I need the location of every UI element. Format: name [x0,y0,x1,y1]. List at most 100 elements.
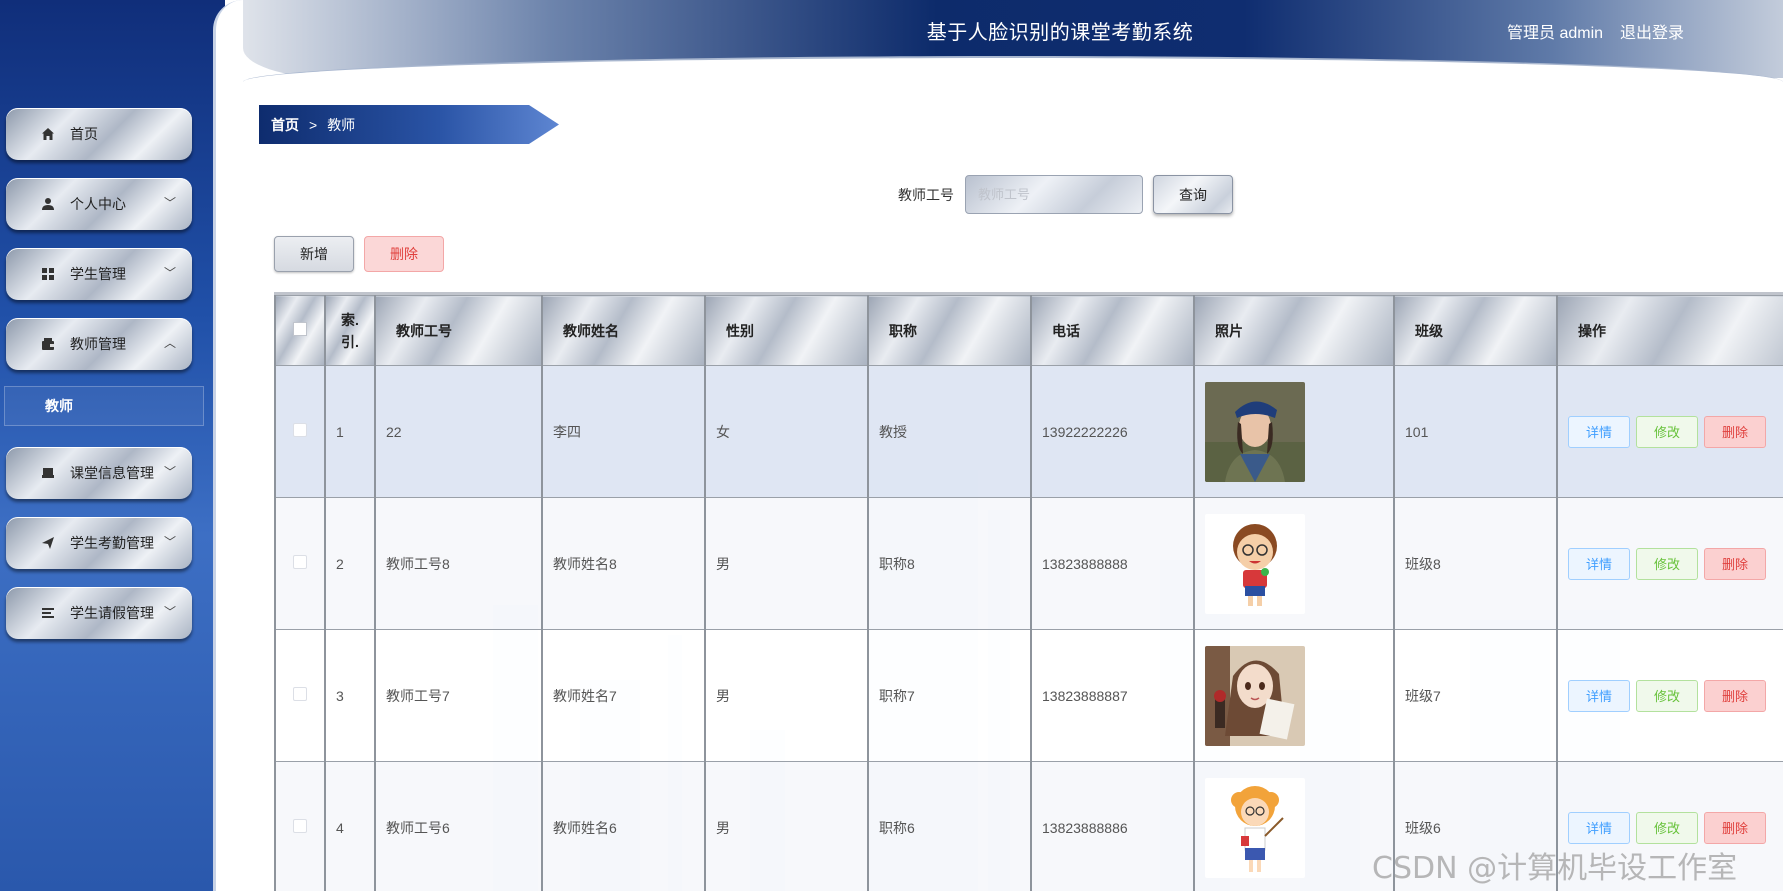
row-checkbox[interactable] [293,555,307,569]
teacher-photo [1205,513,1305,614]
row-checkbox[interactable] [293,819,307,833]
cell-teacher-name: 教师姓名6 [541,761,706,891]
sidebar-item-home[interactable]: 首页 [6,108,192,160]
row-checkbox[interactable] [293,687,307,701]
column-header-index: 索. 引. [324,295,376,366]
column-header-phone: 电话 [1030,295,1195,366]
cell-photo [1193,497,1395,630]
cell-actions: 详情 修改 删除 [1556,497,1783,630]
row-checkbox[interactable] [293,423,307,437]
page-title: 基于人脸识别的课堂考勤系统 [926,22,1194,44]
breadcrumb-current: 教师 [327,116,356,133]
sidebar-item-students[interactable]: 学生管理 ﹀ [6,248,192,300]
table-header-row: 索. 引. 教师工号 教师姓名 性别 职称 电话 照片 班级 操作 [274,295,1783,366]
cell-class: 班级7 [1393,629,1558,762]
table-row[interactable]: 2 教师工号8 教师姓名8 男 职称8 13823888888 班级8 详情 修… [274,497,1783,630]
sidebar-item-label: 教师管理 [70,336,126,352]
cell-phone: 13823888886 [1030,761,1195,891]
select-all-header[interactable] [274,295,326,366]
sidebar-item-label: 首页 [70,126,98,142]
sidebar-item-label: 课堂信息管理 [70,465,154,481]
user-icon [36,197,60,211]
column-header-class: 班级 [1393,295,1558,366]
sidebar-item-label: 学生请假管理 [70,605,154,621]
cell-gender: 男 [704,761,869,891]
cell-index: 1 [324,365,376,498]
sidebar-item-label: 学生考勤管理 [70,535,154,551]
edit-button[interactable]: 修改 [1636,547,1698,580]
logout-link[interactable]: 退出登录 [1620,19,1684,43]
table-row[interactable]: 3 教师工号7 教师姓名7 男 职称7 13823888887 班级7 详情 修… [274,629,1783,762]
cell-teacher-id: 教师工号8 [374,497,543,630]
column-header-actions: 操作 [1556,295,1783,366]
cell-title: 职称6 [867,761,1032,891]
breadcrumb-separator: > [309,116,318,133]
edit-button[interactable]: 修改 [1636,811,1698,844]
teacher-photo [1205,777,1305,878]
cell-teacher-name: 教师姓名7 [541,629,706,762]
sidebar-subitem-teacher[interactable]: 教师 [4,386,204,426]
search-input[interactable] [965,175,1143,214]
cell-photo [1193,365,1395,498]
cell-index: 3 [324,629,376,762]
cell-teacher-id: 教师工号6 [374,761,543,891]
row-select-cell [274,629,326,762]
sidebar-item-teachers[interactable]: 教师管理 ︿ [6,318,192,370]
cell-teacher-name: 教师姓名8 [541,497,706,630]
select-all-checkbox[interactable] [293,322,307,336]
detail-button[interactable]: 详情 [1568,415,1630,448]
batch-delete-button[interactable]: 删除 [364,236,444,272]
cell-class: 班级8 [1393,497,1558,630]
cell-actions: 详情 修改 删除 [1556,365,1783,498]
sidebar-item-label: 学生管理 [70,266,126,282]
delete-button[interactable]: 删除 [1704,547,1766,580]
detail-button[interactable]: 详情 [1568,547,1630,580]
row-select-cell [274,365,326,498]
cell-phone: 13823888887 [1030,629,1195,762]
cell-phone: 13922222226 [1030,365,1195,498]
delete-button[interactable]: 删除 [1704,679,1766,712]
cell-gender: 男 [704,497,869,630]
watermark: CSDN @计算机毕设工作室 [1372,851,1738,886]
column-header-title: 职称 [867,295,1032,366]
sidebar-item-personal[interactable]: 个人中心 ﹀ [6,178,192,230]
send-icon [36,536,60,550]
chevron-down-icon: ﹀ [163,605,176,619]
row-select-cell [274,497,326,630]
sidebar-item-classes[interactable]: 课堂信息管理 ﹀ [6,447,192,499]
sidebar-item-attendance[interactable]: 学生考勤管理 ﹀ [6,517,192,569]
cell-teacher-name: 李四 [541,365,706,498]
home-icon [36,127,60,141]
edit-button[interactable]: 修改 [1636,679,1698,712]
cell-gender: 女 [704,365,869,498]
index-header-line: 索. [341,311,359,328]
index-header-line: 引. [341,333,359,350]
row-select-cell [274,761,326,891]
detail-button[interactable]: 详情 [1568,811,1630,844]
search-button[interactable]: 查询 [1153,175,1233,214]
edit-button[interactable]: 修改 [1636,415,1698,448]
breadcrumb-home[interactable]: 首页 [271,115,299,135]
chevron-down-icon: ﹀ [163,535,176,549]
cell-class: 101 [1393,365,1558,498]
sidebar-item-label: 个人中心 [70,196,126,212]
add-button[interactable]: 新增 [274,236,354,272]
cell-actions: 详情 修改 删除 [1556,629,1783,762]
chevron-down-icon: ﹀ [163,266,176,280]
column-header-teacher-name: 教师姓名 [541,295,706,366]
column-header-photo: 照片 [1193,295,1395,366]
wallet-icon [36,337,60,351]
delete-button[interactable]: 删除 [1704,811,1766,844]
sidebar-item-leave[interactable]: 学生请假管理 ﹀ [6,587,192,639]
cell-title: 职称7 [867,629,1032,762]
cell-phone: 13823888888 [1030,497,1195,630]
chevron-down-icon: ﹀ [163,196,176,210]
cell-gender: 男 [704,629,869,762]
delete-button[interactable]: 删除 [1704,415,1766,448]
cell-title: 教授 [867,365,1032,498]
teacher-photo [1205,381,1305,482]
detail-button[interactable]: 详情 [1568,679,1630,712]
column-header-teacher-id: 教师工号 [374,295,543,366]
table-row[interactable]: 1 22 李四 女 教授 13922222226 101 详情 修改 删除 [274,365,1783,498]
cell-title: 职称8 [867,497,1032,630]
